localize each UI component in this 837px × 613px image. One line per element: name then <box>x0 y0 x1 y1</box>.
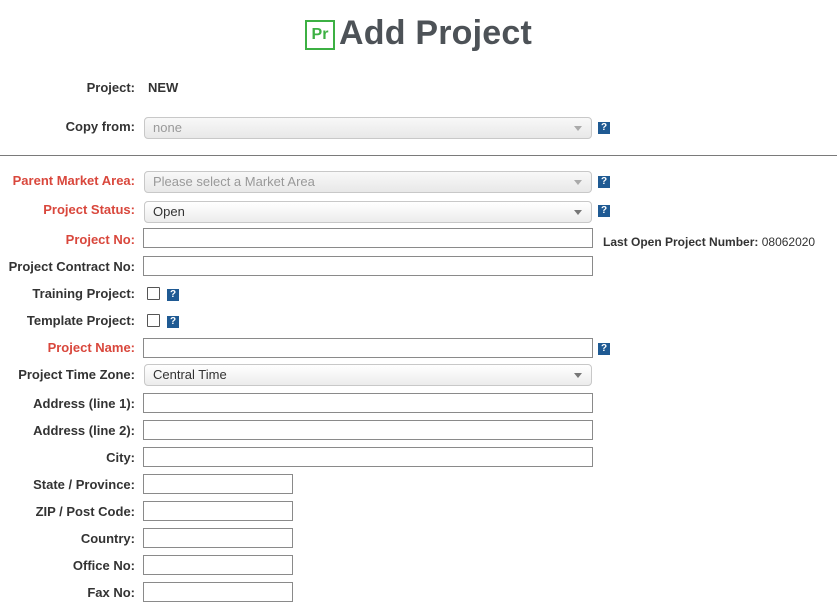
project-name-input[interactable] <box>143 338 593 358</box>
zip-label: ZIP / Post Code: <box>35 504 135 519</box>
copy-from-select[interactable]: none <box>144 117 592 139</box>
training-project-help-icon[interactable]: ? <box>167 289 179 301</box>
project-name-label: Project Name: <box>47 340 135 355</box>
project-no-label: Project No: <box>65 232 135 247</box>
template-project-label: Template Project: <box>26 313 135 328</box>
training-project-checkbox[interactable] <box>147 287 160 300</box>
project-time-zone-label: Project Time Zone: <box>18 367 135 382</box>
copy-from-help-icon[interactable]: ? <box>598 122 610 134</box>
copy-from-label: Copy from: <box>65 119 135 134</box>
last-open-project-number: Last Open Project Number: 08062020 <box>603 232 815 252</box>
parent-market-area-select[interactable]: Please select a Market Area <box>144 171 592 193</box>
project-no-input[interactable] <box>143 228 593 248</box>
office-no-input[interactable] <box>143 555 293 575</box>
state-label: State / Province: <box>33 477 135 492</box>
chevron-down-icon <box>574 210 582 215</box>
copy-from-selected: none <box>153 120 182 135</box>
header-inner: Pr Add Project <box>304 14 532 53</box>
parent-market-area-label: Parent Market Area: <box>12 173 135 188</box>
address-line1-label: Address (line 1): <box>33 396 135 411</box>
address-line2-input[interactable] <box>143 420 593 440</box>
office-no-label: Office No: <box>72 558 135 573</box>
fax-no-input[interactable] <box>143 582 293 602</box>
last-open-project-number-value: 08062020 <box>761 235 816 249</box>
project-value: NEW <box>148 80 179 95</box>
project-time-zone-selected: Central Time <box>153 367 227 382</box>
project-status-help-icon[interactable]: ? <box>598 205 610 217</box>
address-line2-label: Address (line 2): <box>33 423 135 438</box>
project-time-zone-select[interactable]: Central Time <box>144 364 592 386</box>
template-project-help-icon[interactable]: ? <box>167 316 179 328</box>
address-line1-input[interactable] <box>143 393 593 413</box>
chevron-down-icon <box>574 373 582 378</box>
section-divider <box>0 155 837 156</box>
page-header: Pr Add Project <box>0 14 837 58</box>
page-title: Add Project <box>338 14 532 52</box>
country-label: Country: <box>80 531 135 546</box>
parent-market-area-help-icon[interactable]: ? <box>598 176 610 188</box>
project-status-select[interactable]: Open <box>144 201 592 223</box>
project-contract-no-label: Project Contract No: <box>8 259 135 274</box>
city-label: City: <box>106 450 135 465</box>
project-name-help-icon[interactable]: ? <box>598 343 610 355</box>
fax-no-label: Fax No: <box>87 585 135 600</box>
project-contract-no-input[interactable] <box>143 256 593 276</box>
template-project-checkbox[interactable] <box>147 314 160 327</box>
project-status-label: Project Status: <box>43 202 135 217</box>
state-input[interactable] <box>143 474 293 494</box>
country-input[interactable] <box>143 528 293 548</box>
project-logo-icon: Pr <box>304 19 335 50</box>
project-status-selected: Open <box>153 204 185 219</box>
zip-input[interactable] <box>143 501 293 521</box>
chevron-down-icon <box>574 126 582 131</box>
last-open-project-number-label: Last Open Project Number: <box>603 235 759 249</box>
parent-market-area-selected: Please select a Market Area <box>153 174 315 189</box>
city-input[interactable] <box>143 447 593 467</box>
chevron-down-icon <box>574 180 582 185</box>
project-label: Project: <box>86 80 135 95</box>
training-project-label: Training Project: <box>32 286 135 301</box>
